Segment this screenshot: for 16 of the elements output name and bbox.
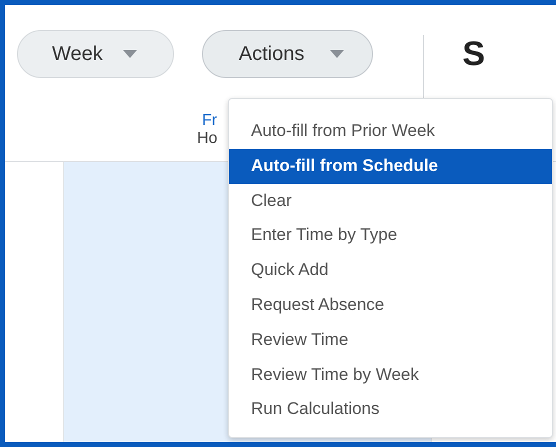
hours-label: Ho bbox=[197, 130, 218, 148]
menu-item[interactable]: Quick Add bbox=[229, 253, 552, 288]
menu-item[interactable]: Clear bbox=[229, 184, 552, 218]
menu-item[interactable]: Review Time bbox=[229, 322, 552, 358]
caret-icon bbox=[122, 50, 137, 58]
menu-item[interactable]: Enter Time by Type bbox=[229, 218, 552, 254]
caret-icon bbox=[330, 50, 344, 58]
menu-item[interactable]: Auto-fill from Schedule bbox=[229, 148, 552, 184]
dropdown-button[interactable]: Actions bbox=[202, 30, 374, 78]
dropdown-button[interactable]: Week bbox=[17, 30, 174, 78]
day-link[interactable]: Fr bbox=[202, 112, 218, 130]
menu-item[interactable]: Request Absence bbox=[229, 288, 552, 323]
menu-item[interactable]: Run Calculations bbox=[229, 392, 552, 428]
menu-item[interactable]: Review Time by Week bbox=[229, 358, 552, 392]
page-heading: S bbox=[462, 34, 486, 74]
menu-item[interactable]: Auto-fill from Prior Week bbox=[229, 114, 552, 149]
